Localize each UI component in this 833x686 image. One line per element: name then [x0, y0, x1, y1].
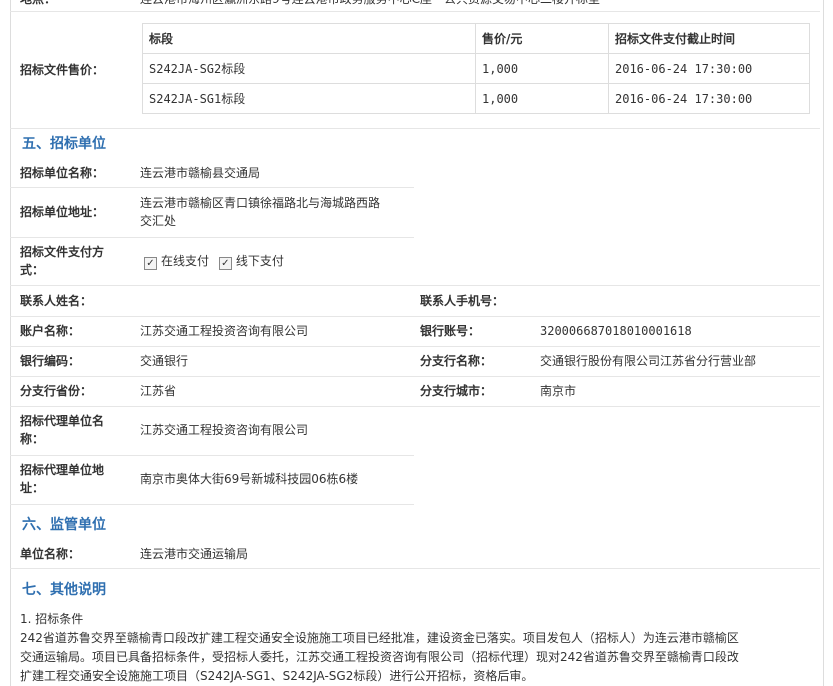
unit-name-value: 连云港市赣榆县交通局: [140, 166, 261, 180]
agent-name-value: 江苏交通工程投资咨询有限公司: [140, 423, 309, 437]
unit-address-label: 招标单位地址：: [20, 205, 105, 219]
supervisor-label: 单位名称：: [20, 547, 81, 561]
cell-deadline: 2016-06-24 17:30:00: [608, 53, 810, 84]
unit-name-label: 招标单位名称：: [20, 166, 105, 180]
unit-address-line2: 交汇处: [140, 214, 177, 228]
offline-pay-checkbox[interactable]: ✓: [218, 257, 232, 270]
notes-line-2: 交通运输局。项目已具备招标条件，受招标人委托，江苏交通工程投资咨询有限公司（招标…: [20, 650, 739, 664]
address-label: 地点：: [20, 0, 56, 8]
pay-method-label-2: 式：: [20, 263, 45, 277]
cell-price: 1,000: [475, 83, 609, 114]
contact-name-label: 联系人姓名：: [20, 294, 93, 308]
agent-name-label-2: 称：: [20, 432, 45, 446]
col-lot: 标段: [142, 23, 476, 54]
cell-deadline: 2016-06-24 17:30:00: [608, 83, 810, 114]
online-pay-label: 在线支付: [161, 254, 210, 268]
pay-options: ✓ 在线支付 ✓ 线下支付: [144, 252, 284, 270]
contact-row: 联系人姓名： 联系人手机号：: [10, 286, 820, 317]
supervisor-row: 单位名称： 连云港市交通运输局: [10, 537, 820, 569]
section-title-notes: 七、其他说明: [22, 582, 106, 598]
agent-address-label-1: 招标代理单位地: [20, 463, 105, 477]
contact-phone-label: 联系人手机号：: [420, 294, 505, 308]
table-row: S242JA-SG2标段 1,000 2016-06-24 17:30:00: [142, 53, 810, 84]
agent-name-row: 招标代理单位名 称： 江苏交通工程投资咨询有限公司: [10, 406, 414, 456]
notes-item-1: 1. 招标条件: [20, 612, 84, 626]
agent-address-label-2: 址：: [20, 481, 45, 495]
table-row: S242JA-SG1标段 1,000 2016-06-24 17:30:00: [142, 83, 810, 114]
section-title-bidder: 五、招标单位: [22, 136, 106, 152]
offline-pay-label: 线下支付: [235, 254, 284, 268]
agent-address-row: 招标代理单位地 址： 南京市奥体大街69号新城科技园06栋6楼: [10, 455, 414, 505]
col-price: 售价/元: [475, 23, 609, 54]
bank-account-label: 银行账号：: [420, 324, 481, 338]
cell-lot: S242JA-SG2标段: [142, 53, 476, 84]
account-name-label: 账户名称：: [20, 324, 81, 338]
doc-price-label: 招标文件售价：: [20, 63, 105, 77]
pay-method-row: 招标文件支付方 式： ✓ 在线支付 ✓ 线下支付: [10, 237, 820, 286]
branch-name-value: 交通银行股份有限公司江苏省分行营业部: [540, 354, 757, 368]
table-header-row: 标段 售价/元 招标文件支付截止时间: [142, 23, 810, 54]
notes-line-1: 242省道苏鲁交界至赣榆青口段改扩建工程交通安全设施施工项目已经批准，建设资金已…: [20, 631, 739, 645]
col-deadline: 招标文件支付截止时间: [608, 23, 810, 54]
branch-location-row: 分支行省份： 江苏省 分支行城市： 南京市: [10, 376, 820, 407]
unit-name-row: 招标单位名称： 连云港市赣榆县交通局: [10, 156, 414, 188]
agent-address-value: 南京市奥体大街69号新城科技园06栋6楼: [140, 472, 359, 486]
unit-address-line1: 连云港市赣榆区青口镇徐福路北与海城路西路: [140, 196, 381, 210]
supervisor-value: 连云港市交通运输局: [140, 547, 249, 561]
section-title-supervisor: 六、监管单位: [22, 517, 106, 533]
branch-province-value: 江苏省: [140, 384, 177, 398]
branch-name-label: 分支行名称：: [420, 354, 493, 368]
bank-code-label: 银行编码：: [20, 354, 81, 368]
branch-city-label: 分支行城市：: [420, 384, 493, 398]
bank-code-row: 银行编码： 交通银行 分支行名称： 交通银行股份有限公司江苏省分行营业部: [10, 346, 820, 377]
pay-method-label-1: 招标文件支付方: [20, 245, 105, 259]
address-value: 连云港市海州区瀛洲东路9号连云港市政务服务中心C座一公共资源交易中心二楼开标室: [140, 0, 600, 8]
online-pay-checkbox[interactable]: ✓: [144, 257, 157, 270]
account-row: 账户名称： 江苏交通工程投资咨询有限公司 银行账号： 3200066870180…: [10, 316, 820, 347]
account-name-value: 江苏交通工程投资咨询有限公司: [140, 324, 309, 338]
branch-province-label: 分支行省份：: [20, 384, 93, 398]
bank-code-value: 交通银行: [140, 354, 189, 368]
cell-lot: S242JA-SG1标段: [142, 83, 476, 114]
unit-address-row: 招标单位地址： 连云港市赣榆区青口镇徐福路北与海城路西路 交汇处: [10, 187, 414, 238]
cell-price: 1,000: [475, 53, 609, 84]
bank-account-value: 320006687018010001618: [540, 324, 692, 338]
doc-price-table: 标段 售价/元 招标文件支付截止时间 S242JA-SG2标段 1,000 20…: [142, 23, 810, 114]
agent-name-label-1: 招标代理单位名: [20, 414, 105, 428]
branch-city-value: 南京市: [540, 384, 577, 398]
notes-line-3: 扩建工程交通安全设施施工项目（S242JA-SG1、S242JA-SG2标段）进…: [20, 669, 534, 683]
